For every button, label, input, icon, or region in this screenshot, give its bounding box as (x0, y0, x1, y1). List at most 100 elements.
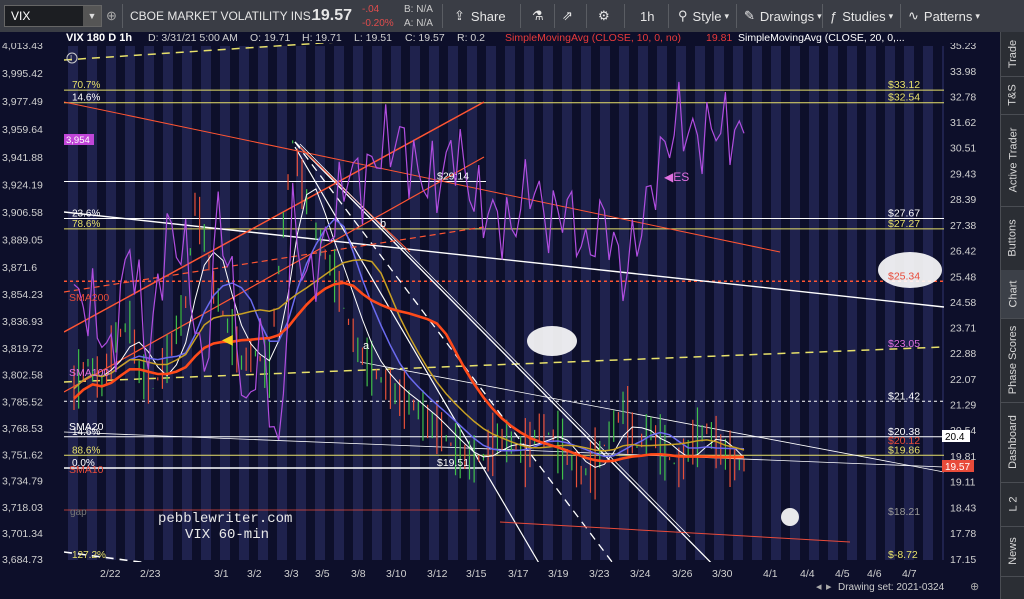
sidebar-tab-buttons[interactable]: Buttons (1001, 206, 1024, 271)
scroll-left-icon[interactable]: ◂ (816, 581, 822, 593)
x-tick: 3/19 (548, 568, 569, 580)
sidebar-tab-label: T&S (1007, 84, 1019, 106)
header-low: L: 19.51 (354, 32, 392, 44)
y-tick-left: 3,977.49 (2, 96, 43, 108)
sma-label: SMA200 (69, 292, 109, 304)
x-tick: 3/2 (247, 568, 262, 580)
drawings-button[interactable]: ✎ Drawings ▾ (744, 0, 822, 32)
session-band (144, 46, 154, 560)
patterns-button[interactable]: ∿ Patterns ▾ (908, 0, 980, 32)
y-tick-left: 3,906.58 (2, 207, 43, 219)
y-tick-right: 17.78 (950, 528, 976, 540)
studies-button[interactable]: ƒ Studies ▾ (830, 0, 893, 32)
y-tick-left: 3,802.58 (2, 370, 43, 382)
y-tick-left: 3,924.19 (2, 180, 43, 192)
y-tick-right: 28.39 (950, 194, 976, 206)
y-tick-right: 22.07 (950, 374, 976, 386)
sidebar-tab-label: News (1007, 537, 1020, 565)
session-band (676, 46, 686, 560)
symbol-text: VIX (11, 9, 31, 23)
style-label: Style (692, 8, 722, 24)
wave-b-marker: b (380, 218, 386, 230)
zoom-icon[interactable]: ⊕ (970, 581, 979, 593)
session-band (828, 46, 838, 560)
studies-label: Studies (842, 8, 886, 24)
level-label: $23.05 (888, 338, 920, 350)
symbol-description: CBOE MARKET VOLATILITY INS... (130, 9, 321, 23)
y-tick-left: 3,684.73 (2, 554, 43, 566)
fib-label: 70.7% (72, 80, 100, 91)
symbol-input[interactable]: VIX ▼ (4, 5, 102, 27)
session-band (790, 46, 800, 560)
session-band (315, 46, 325, 560)
y-tick-right: 32.78 (950, 91, 976, 103)
y-tick-right: 26.42 (950, 245, 976, 257)
patterns-label: Patterns (923, 8, 973, 24)
right-sidebar: Trade T&S Active Trader Buttons Chart Phase S… (1000, 32, 1024, 599)
session-band (353, 46, 363, 560)
style-button[interactable]: ⚲ Style ▾ (678, 0, 729, 32)
y-tick-left: 3,941.88 (2, 152, 43, 164)
sidebar-tab-dashboard[interactable]: Dashboard (1001, 402, 1024, 483)
add-symbol-icon[interactable]: ⊕ (106, 0, 117, 32)
session-band (467, 46, 477, 560)
header-date: D: 3/31/21 5:00 AM (148, 32, 238, 44)
session-band (809, 46, 819, 560)
x-tick: 3/1 (214, 568, 229, 580)
es-marker: ◀ES (664, 170, 689, 184)
x-tick: 4/6 (867, 568, 882, 580)
header-close: C: 19.57 (405, 32, 445, 44)
sidebar-tab-phase-scores[interactable]: Phase Scores (1001, 318, 1024, 403)
gear-icon[interactable]: ⚙ (598, 0, 610, 32)
sidebar-tab-chart[interactable]: Chart (1001, 270, 1024, 319)
header-open: O: 19.71 (250, 32, 290, 44)
sidebar-tab-t-s[interactable]: T&S (1001, 76, 1024, 115)
x-tick: 3/15 (466, 568, 487, 580)
share-chart-icon[interactable]: ⇗ (562, 0, 573, 32)
sidebar-tab-label: Chart (1007, 280, 1019, 308)
y-tick-left: 3,734.79 (2, 476, 43, 488)
y-tick-right: 33.98 (950, 66, 976, 78)
level-label: $27.27 (888, 218, 920, 230)
session-band (448, 46, 458, 560)
chart-area[interactable]: $33.1270.7%$32.5414.6%$29:14$27.6723.6%$… (0, 32, 1000, 599)
y-tick-left: 3,871.6 (2, 262, 37, 274)
x-tick: 3/5 (315, 568, 330, 580)
sidebar-tab-l-2[interactable]: L 2 (1001, 482, 1024, 527)
session-band (885, 46, 895, 560)
session-band (638, 46, 648, 560)
session-band (296, 46, 306, 560)
x-tick: 3/12 (427, 568, 448, 580)
sidebar-tab-label: Dashboard (1007, 415, 1020, 469)
y-tick-right: 23.71 (950, 323, 976, 335)
toolbar: VIX ▼ ⊕ CBOE MARKET VOLATILITY INS... 19… (0, 0, 1024, 33)
y-tick-right: 24.58 (950, 297, 976, 309)
y-tick-left: 3,819.72 (2, 343, 43, 355)
x-tick: 3/10 (386, 568, 407, 580)
share-button[interactable]: ⇪ Share (454, 0, 506, 32)
sidebar-tab-trade[interactable]: Trade (1001, 32, 1024, 77)
y-tick-left: 3,701.34 (2, 528, 43, 540)
header-range: R: 0.2 (457, 32, 485, 44)
scroll-right-icon[interactable]: ▸ (826, 581, 832, 593)
level-label: $19.86 (888, 444, 920, 456)
session-band (600, 46, 610, 560)
chevron-down-icon[interactable]: ▼ (83, 6, 101, 26)
fib-label: 127.2% (72, 550, 106, 561)
session-band (771, 46, 781, 560)
y-tick-left: 3,836.93 (2, 316, 43, 328)
yellow-arrow-icon: ◀ (222, 331, 233, 347)
y-tick-right: 18.43 (950, 503, 976, 515)
y-tick-left: 3,751.62 (2, 449, 43, 461)
sidebar-tab-active-trader[interactable]: Active Trader (1001, 114, 1024, 207)
studies-icon: ƒ (830, 8, 838, 24)
y-tick-left: 3,768.53 (2, 423, 43, 435)
flask-icon[interactable]: ⚗ (532, 0, 544, 32)
sidebar-tab-news[interactable]: News (1001, 526, 1024, 577)
level-label: $29:14 (437, 171, 469, 183)
x-tick: 4/1 (763, 568, 778, 580)
session-band (391, 46, 401, 560)
interval-button[interactable]: 1h (640, 0, 654, 32)
session-band (562, 46, 572, 560)
y-tick-right: 31.62 (950, 117, 976, 129)
